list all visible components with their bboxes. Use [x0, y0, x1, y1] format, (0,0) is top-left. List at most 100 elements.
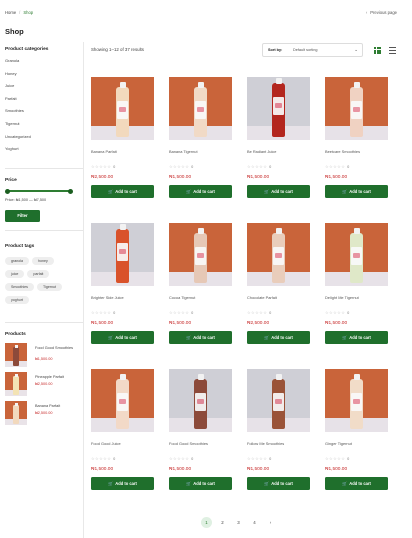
- page-4-link[interactable]: 4: [249, 517, 260, 528]
- product-image[interactable]: [247, 223, 310, 286]
- add-to-cart-button[interactable]: 🛒 Add to cart: [325, 477, 388, 490]
- add-to-cart-button[interactable]: 🛒 Add to cart: [169, 477, 232, 490]
- add-to-cart-button[interactable]: 🛒 Add to cart: [247, 331, 310, 344]
- add-to-cart-button[interactable]: 🛒 Add to cart: [91, 331, 154, 344]
- product-image[interactable]: [325, 369, 388, 432]
- product-thumbnail[interactable]: [5, 372, 27, 396]
- add-to-cart-button[interactable]: 🛒 Add to cart: [247, 185, 310, 198]
- sidebar-product-name[interactable]: Pineapple Parfait: [35, 375, 79, 380]
- product-card[interactable]: Chocolate Parfait ☆☆☆☆☆ 0 ₦2,500.00 🛒 Add to …: [247, 223, 310, 353]
- category-item-granola[interactable]: Granola: [5, 58, 80, 71]
- product-card[interactable]: Banana Parfait ☆☆☆☆☆ 0 ₦2,500.00 🛒 Add to car…: [91, 77, 154, 207]
- product-image[interactable]: [325, 223, 388, 286]
- product-name[interactable]: Banana Parfait: [91, 149, 154, 154]
- chevron-right-icon[interactable]: ›: [265, 517, 276, 528]
- price-slider-max-handle[interactable]: [68, 188, 73, 194]
- tag-parfait[interactable]: parfait: [27, 270, 50, 278]
- product-bottle-image: [194, 374, 207, 429]
- product-image[interactable]: [169, 223, 232, 286]
- category-item-tigernut[interactable]: Tigernut: [5, 121, 80, 134]
- breadcrumb-current: Shop: [23, 10, 34, 15]
- category-item-honey[interactable]: Honey: [5, 71, 80, 84]
- product-name[interactable]: Delight Me Tigernut: [325, 295, 388, 300]
- add-to-cart-button[interactable]: 🛒 Add to cart: [247, 477, 310, 490]
- add-to-cart-button[interactable]: 🛒 Add to cart: [91, 185, 154, 198]
- tag-granola[interactable]: granola: [5, 257, 29, 265]
- add-to-cart-button[interactable]: 🛒 Add to cart: [325, 185, 388, 198]
- product-card[interactable]: Beetcare Smoothies ☆☆☆☆☆ 0 ₦1,500.00 🛒 Add to…: [325, 77, 388, 207]
- tag-juice[interactable]: juice: [5, 270, 25, 278]
- product-thumbnail[interactable]: [5, 401, 27, 425]
- product-bottle-image: [194, 82, 207, 137]
- product-card[interactable]: Food Good Juice ☆☆☆☆☆ 0 ₦1,500.00 🛒 Add to ca…: [91, 369, 154, 499]
- tag-smoothies[interactable]: Smoothies: [5, 283, 34, 291]
- category-item-yoghurt[interactable]: Yoghurt: [5, 146, 80, 159]
- product-card[interactable]: Be Radiant Juice ☆☆☆☆☆ 0 ₦1,500.00 🛒 Add to c…: [247, 77, 310, 207]
- add-to-cart-label: Add to cart: [115, 335, 137, 340]
- product-card[interactable]: Ginger Tigernut ☆☆☆☆☆ 0 ₦1,500.00 🛒 Add to ca…: [325, 369, 388, 499]
- tag-honey[interactable]: honey: [32, 257, 54, 265]
- page-1-link[interactable]: 1: [201, 517, 212, 528]
- page-3-link[interactable]: 3: [233, 517, 244, 528]
- product-card[interactable]: Delight Me Tigernut ☆☆☆☆☆ 0 ₦1,500.00 🛒 Add t…: [325, 223, 388, 353]
- product-image[interactable]: [91, 369, 154, 432]
- price-slider[interactable]: [5, 188, 73, 194]
- product-price: ₦1,500.00: [169, 175, 192, 180]
- product-name[interactable]: Food Good Juice: [91, 441, 154, 446]
- product-image[interactable]: [247, 369, 310, 432]
- page-2-link[interactable]: 2: [217, 517, 228, 528]
- product-image[interactable]: [91, 77, 154, 140]
- category-item-smoothies[interactable]: Smoothies: [5, 108, 80, 121]
- product-thumbnail[interactable]: [5, 343, 27, 367]
- add-to-cart-label: Add to cart: [271, 335, 293, 340]
- filter-button[interactable]: Filter: [5, 210, 40, 222]
- product-image[interactable]: [169, 369, 232, 432]
- product-name[interactable]: Cocoa Tigernut: [169, 295, 232, 300]
- product-card[interactable]: Cocoa Tigernut ☆☆☆☆☆ 0 ₦1,500.00 🛒 Add to car…: [169, 223, 232, 353]
- grid-view-icon[interactable]: [374, 47, 381, 54]
- category-item-parfait[interactable]: Parfait: [5, 96, 80, 109]
- add-to-cart-button[interactable]: 🛒 Add to cart: [91, 477, 154, 490]
- product-price: ₦1,500.00: [91, 321, 114, 326]
- add-to-cart-button[interactable]: 🛒 Add to cart: [169, 185, 232, 198]
- sort-select[interactable]: Sort by: Default sorting ⌄: [262, 43, 363, 57]
- product-name[interactable]: Ginger Tigernut: [325, 441, 388, 446]
- product-card[interactable]: Follow Me Smoothies ☆☆☆☆☆ 0 ₦1,500.00 🛒 Add t…: [247, 369, 310, 499]
- add-to-cart-button[interactable]: 🛒 Add to cart: [169, 331, 232, 344]
- product-name[interactable]: Be Radiant Juice: [247, 149, 310, 154]
- product-name[interactable]: Food Good Smoothies: [169, 441, 232, 446]
- previous-page-link[interactable]: ‹ Previous page: [366, 10, 397, 15]
- star-rating: ☆☆☆☆☆ 0: [247, 164, 272, 169]
- product-name[interactable]: Brighter Side Juice: [91, 295, 154, 300]
- product-image[interactable]: [247, 77, 310, 140]
- sidebar-product[interactable]: Food Good Smoothies ₦1,500.00: [5, 343, 79, 367]
- sidebar-product-name[interactable]: Food Good Smoothies: [35, 346, 79, 351]
- product-name[interactable]: Beetcare Smoothies: [325, 149, 388, 154]
- product-image[interactable]: [169, 77, 232, 140]
- rating-stars-icon: ☆☆☆☆☆: [325, 456, 346, 461]
- breadcrumb: Home / Shop: [5, 10, 33, 15]
- product-name[interactable]: Chocolate Parfait: [247, 295, 310, 300]
- sidebar-product-price: ₦2,500.00: [35, 411, 53, 415]
- sidebar-product[interactable]: Banana Parfait ₦2,500.00: [5, 401, 79, 425]
- product-image[interactable]: [91, 223, 154, 286]
- price-slider-min-handle[interactable]: [5, 188, 10, 194]
- category-item-juice[interactable]: Juice: [5, 83, 80, 96]
- category-item-uncategorized[interactable]: Uncategorized: [5, 134, 80, 147]
- sidebar-product-name[interactable]: Banana Parfait: [35, 404, 79, 409]
- product-card[interactable]: Banana Tigernut ☆☆☆☆☆ 0 ₦1,500.00 🛒 Add to ca…: [169, 77, 232, 207]
- sort-label: Sort by:: [268, 48, 283, 52]
- product-card[interactable]: Food Good Smoothies ☆☆☆☆☆ 0 ₦1,500.00 🛒 Add t…: [169, 369, 232, 499]
- breadcrumb-home-link[interactable]: Home: [5, 10, 16, 15]
- list-view-icon[interactable]: [389, 47, 396, 54]
- product-name[interactable]: Follow Me Smoothies: [247, 441, 310, 446]
- add-to-cart-label: Add to cart: [193, 481, 215, 486]
- product-name[interactable]: Banana Tigernut: [169, 149, 232, 154]
- star-rating: ☆☆☆☆☆ 0: [91, 164, 116, 169]
- tag-yoghurt[interactable]: yoghurt: [5, 296, 29, 304]
- product-image[interactable]: [325, 77, 388, 140]
- tag-tigernut[interactable]: Tigernut: [36, 283, 63, 291]
- product-card[interactable]: Brighter Side Juice ☆☆☆☆☆ 0 ₦1,500.00 🛒 Add t…: [91, 223, 154, 353]
- add-to-cart-button[interactable]: 🛒 Add to cart: [325, 331, 388, 344]
- sidebar-product[interactable]: Pineapple Parfait ₦2,500.00: [5, 372, 79, 396]
